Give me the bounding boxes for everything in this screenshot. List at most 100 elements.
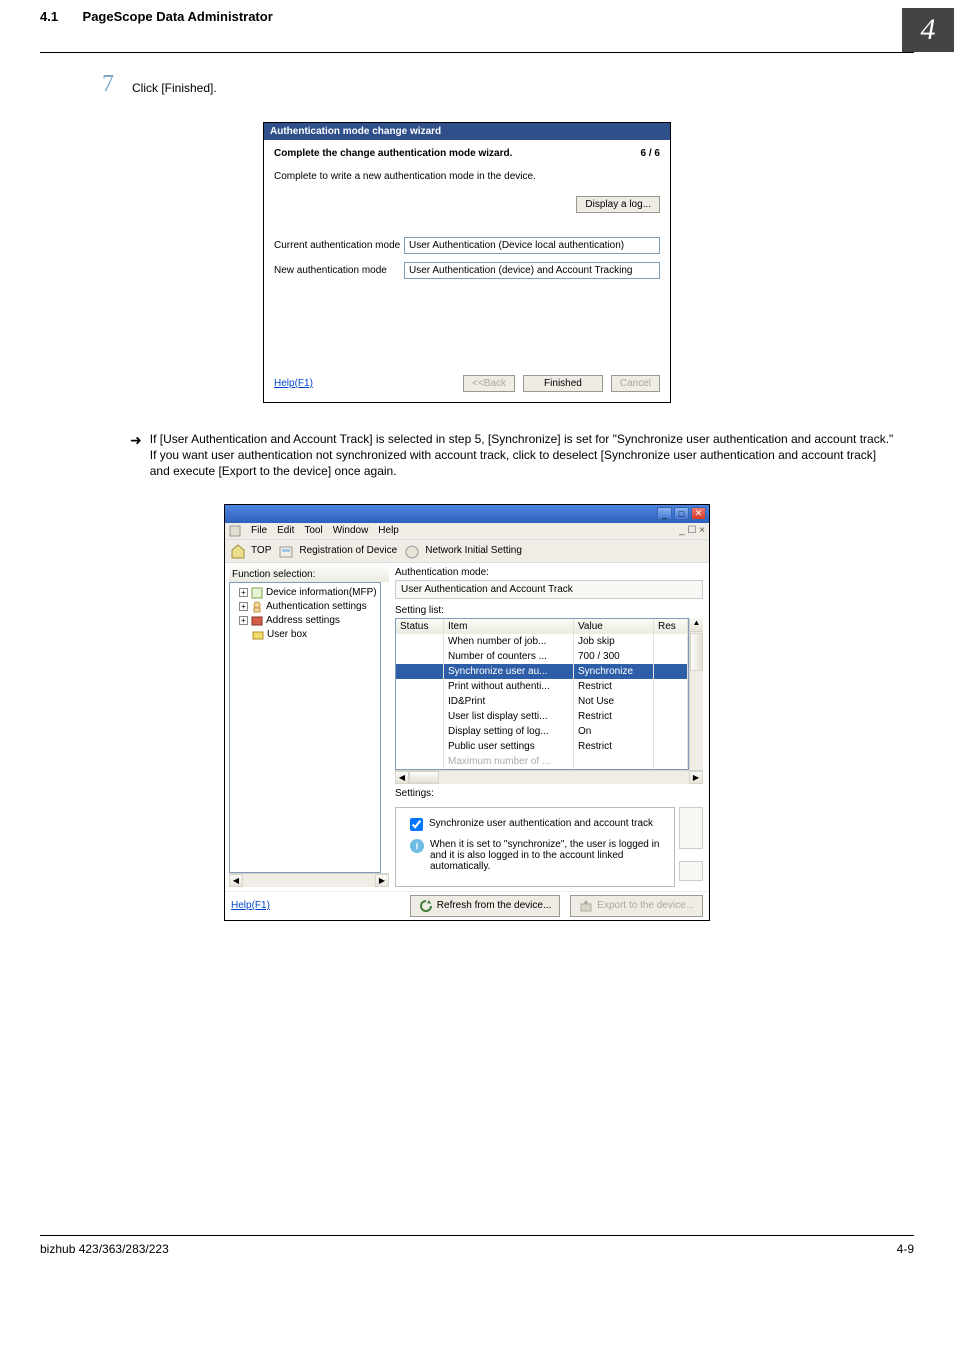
scroll-up-icon[interactable]: ▲ (690, 618, 703, 632)
auth-mode-label: Authentication mode: (395, 567, 703, 578)
settings-grid[interactable]: Status Item Value Res When number of job… (395, 618, 689, 770)
admin-window: _ □ ✕ File Edit Tool Window Help _ ☐ × (224, 504, 710, 921)
tree-item-device-info[interactable]: + Device information(MFP) (233, 586, 377, 600)
info-icon: i (410, 839, 424, 853)
col-item[interactable]: Item (444, 619, 574, 634)
tree-scroll-left-icon[interactable]: ◀ (229, 874, 243, 887)
expand-icon[interactable]: + (239, 616, 248, 625)
help-link[interactable]: Help(F1) (274, 378, 313, 389)
toolbar-network-setting[interactable]: Network Initial Setting (425, 545, 522, 556)
function-tree[interactable]: + Device information(MFP) + Authenticati… (229, 582, 381, 873)
table-row[interactable]: Synchronize user au...Synchronize (396, 664, 688, 679)
grid-scroll-thumb[interactable] (409, 771, 439, 784)
cancel-button[interactable]: Cancel (611, 375, 660, 392)
col-value[interactable]: Value (574, 619, 654, 634)
grid-header-row: Status Item Value Res (396, 619, 688, 634)
tree-label: Device information(MFP) (266, 587, 377, 598)
table-row[interactable]: Print without authenti...Restrict (396, 679, 688, 694)
user-box-icon (252, 629, 264, 641)
settings-panel: Synchronize user authentication and acco… (395, 807, 675, 887)
toolbar-register-device[interactable]: Registration of Device (299, 545, 397, 556)
tree-item-address-settings[interactable]: + Address settings (233, 614, 377, 628)
scroll-thumb[interactable] (690, 633, 703, 671)
display-log-button[interactable]: Display a log... (576, 196, 660, 213)
auth-mode-value: User Authentication and Account Track (395, 580, 703, 599)
wizard-titlebar: Authentication mode change wizard (264, 123, 670, 140)
menu-window[interactable]: Window (333, 525, 369, 536)
table-row[interactable]: Public user settingsRestrict (396, 739, 688, 754)
menu-file[interactable]: File (251, 525, 267, 536)
tree-item-user-box[interactable]: User box (233, 628, 377, 642)
back-button[interactable]: <<Back (463, 375, 515, 392)
export-label: Export to the device... (597, 900, 694, 911)
new-mode-label: New authentication mode (274, 265, 404, 276)
table-row[interactable]: When number of job...Job skip (396, 634, 688, 649)
tree-header: Function selection: (229, 567, 389, 582)
menu-edit[interactable]: Edit (277, 525, 294, 536)
col-status[interactable]: Status (396, 619, 444, 634)
wizard-heading: Complete the change authentication mode … (274, 148, 512, 159)
mdi-controls[interactable]: _ ☐ × (679, 525, 705, 536)
table-row[interactable]: User list display setti...Restrict (396, 709, 688, 724)
section-title: PageScope Data Administrator (83, 9, 273, 24)
step-text: Click [Finished]. (132, 71, 217, 95)
sync-checkbox-label: Synchronize user authentication and acco… (429, 818, 653, 829)
tree-label: Address settings (266, 615, 340, 626)
chapter-badge: 4 (902, 8, 954, 52)
table-row[interactable]: Maximum number of ... (396, 754, 688, 769)
grid-scroll-left-icon[interactable]: ◀ (395, 771, 409, 784)
step-number: 7 (80, 71, 114, 98)
refresh-icon (419, 899, 433, 913)
side-scroll-up-icon[interactable] (679, 807, 703, 849)
close-icon[interactable]: ✕ (691, 507, 706, 520)
side-scroll-down-icon[interactable] (679, 861, 703, 881)
setting-list-label: Setting list: (395, 605, 703, 616)
grid-vscrollbar[interactable]: ▲ (689, 618, 703, 770)
minimize-icon[interactable]: _ (657, 507, 672, 520)
address-settings-icon (251, 615, 263, 627)
menubar: File Edit Tool Window Help _ ☐ × (225, 523, 709, 540)
expand-icon[interactable]: + (239, 588, 248, 597)
table-row[interactable]: ID&PrintNot Use (396, 694, 688, 709)
col-res[interactable]: Res (654, 619, 688, 634)
section-number: 4.1 (40, 9, 58, 24)
tree-label: Authentication settings (266, 601, 367, 612)
menu-help[interactable]: Help (378, 525, 399, 536)
table-row[interactable]: Number of counters ...700 / 300 (396, 649, 688, 664)
help-link-2[interactable]: Help(F1) (231, 900, 270, 911)
refresh-button[interactable]: Refresh from the device... (410, 895, 561, 917)
export-icon (579, 899, 593, 913)
finished-button[interactable]: Finished (523, 375, 603, 392)
toolbar-register-icon[interactable] (277, 543, 293, 559)
export-button[interactable]: Export to the device... (570, 895, 703, 917)
device-info-icon (251, 587, 263, 599)
toolbar: TOP Registration of Device Network Initi… (225, 540, 709, 563)
window-titlebar: _ □ ✕ (225, 505, 709, 523)
footer-page: 4-9 (897, 1242, 914, 1256)
wizard-page-indicator: 6 / 6 (641, 148, 660, 159)
tree-item-auth-settings[interactable]: + Authentication settings (233, 600, 377, 614)
app-icon (229, 525, 241, 537)
info-text: When it is set to "synchronize", the use… (430, 839, 660, 872)
current-mode-label: Current authentication mode (274, 240, 404, 251)
toolbar-top[interactable]: TOP (251, 545, 271, 556)
expand-icon[interactable]: + (239, 602, 248, 611)
maximize-icon[interactable]: □ (674, 507, 689, 520)
footer-model: bizhub 423/363/283/223 (40, 1242, 169, 1256)
grid-scroll-right-icon[interactable]: ▶ (689, 771, 703, 784)
tree-scroll-right-icon[interactable]: ▶ (375, 874, 389, 887)
note-text: If [User Authentication and Account Trac… (150, 431, 894, 480)
wizard-subheading: Complete to write a new authentication m… (274, 171, 660, 182)
current-mode-value: User Authentication (Device local authen… (404, 237, 660, 254)
refresh-label: Refresh from the device... (437, 900, 552, 911)
toolbar-home-icon[interactable] (229, 543, 245, 559)
auth-settings-icon (251, 601, 263, 613)
settings-section-label: Settings: (395, 788, 703, 799)
tree-label: User box (267, 629, 307, 640)
arrow-bullet-icon: ➜ (130, 431, 142, 480)
table-row[interactable]: Display setting of log...On (396, 724, 688, 739)
wizard-dialog: Authentication mode change wizard Comple… (263, 122, 671, 403)
menu-tool[interactable]: Tool (304, 525, 322, 536)
sync-checkbox[interactable] (410, 818, 423, 831)
toolbar-network-icon[interactable] (403, 543, 419, 559)
